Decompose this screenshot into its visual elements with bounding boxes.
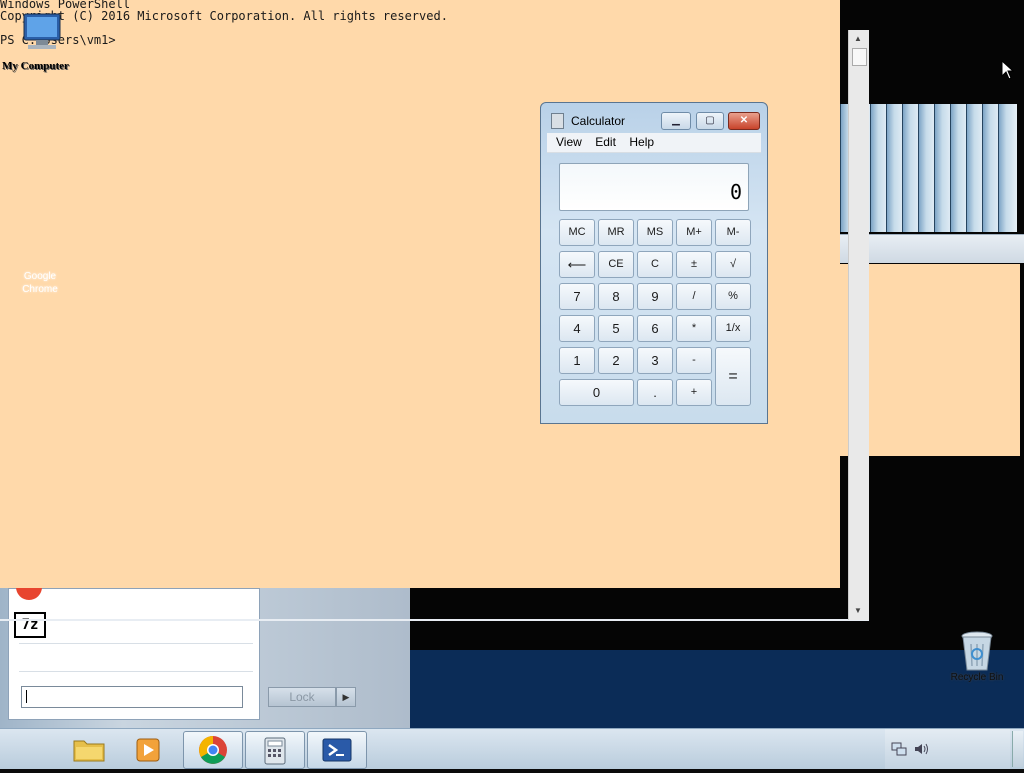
- powershell-icon: [322, 738, 352, 762]
- taskbar-powershell[interactable]: [307, 731, 367, 769]
- taskbar-chrome[interactable]: [183, 731, 243, 769]
- system-tray: [885, 729, 1010, 769]
- m-minus-button[interactable]: M-: [715, 219, 751, 246]
- console-scrollbar[interactable]: ▲ ▼: [848, 30, 869, 620]
- menu-edit[interactable]: Edit: [595, 133, 616, 152]
- close-button[interactable]: ✕: [728, 112, 760, 130]
- menu-view[interactable]: View: [556, 133, 582, 152]
- network-icon[interactable]: [891, 741, 907, 757]
- subtract-button[interactable]: -: [676, 347, 712, 374]
- ms-button[interactable]: MS: [637, 219, 673, 246]
- clear-button[interactable]: C: [637, 251, 673, 278]
- start-search-input[interactable]: [21, 686, 243, 708]
- shutdown-options-arrow-icon[interactable]: ▶: [336, 687, 356, 707]
- digit-9-button[interactable]: 9: [637, 283, 673, 310]
- media-player-icon: [136, 738, 160, 762]
- add-button[interactable]: +: [676, 379, 712, 406]
- digit-6-button[interactable]: 6: [637, 315, 673, 342]
- divider: [19, 671, 253, 672]
- calculator-icon: [264, 737, 286, 765]
- taskbar: [0, 728, 1024, 769]
- window-edge[interactable]: [998, 104, 1017, 232]
- console-line: Copyright (C) 2016 Microsoft Corporation…: [0, 9, 448, 23]
- display-value: 0: [729, 180, 742, 204]
- digit-8-button[interactable]: 8: [598, 283, 634, 310]
- mr-button[interactable]: MR: [598, 219, 634, 246]
- desktop-wallpaper: [410, 650, 1024, 728]
- window-edge: [0, 619, 869, 621]
- calculator-window[interactable]: Calculator ▁ ▢ ✕ View Edit Help 0 MC MR …: [540, 102, 768, 424]
- digit-5-button[interactable]: 5: [598, 315, 634, 342]
- scroll-down-icon[interactable]: ▼: [854, 606, 862, 615]
- digit-3-button[interactable]: 3: [637, 347, 673, 374]
- digit-0-button[interactable]: 0: [559, 379, 634, 406]
- multiply-button[interactable]: *: [676, 315, 712, 342]
- decimal-button[interactable]: .: [637, 379, 673, 406]
- mouse-cursor-icon: [1001, 60, 1015, 80]
- window-title: Calculator: [571, 114, 626, 128]
- percent-button[interactable]: %: [715, 283, 751, 310]
- m-plus-button[interactable]: M+: [676, 219, 712, 246]
- folder-icon: [73, 740, 105, 762]
- digit-4-button[interactable]: 4: [559, 315, 595, 342]
- reciprocal-button[interactable]: 1/x: [715, 315, 751, 342]
- digit-2-button[interactable]: 2: [598, 347, 634, 374]
- sqrt-button[interactable]: √: [715, 251, 751, 278]
- text-caret: [26, 690, 27, 703]
- volume-icon[interactable]: [913, 741, 929, 757]
- menu-help[interactable]: Help: [629, 133, 654, 152]
- console-output: Windows PowerShell Copyright (C) 2016 Mi…: [0, 0, 448, 46]
- divide-button[interactable]: /: [676, 283, 712, 310]
- powershell-console-area: [768, 264, 1020, 456]
- recycle-bin-icon: [960, 630, 994, 672]
- minimize-button[interactable]: ▁: [661, 112, 691, 130]
- chrome-icon: [199, 736, 227, 764]
- my-computer-label: My Computer: [2, 60, 69, 72]
- taskbar-calculator[interactable]: [245, 731, 305, 769]
- backspace-button[interactable]: ⟵: [559, 251, 595, 278]
- negate-button[interactable]: ±: [676, 251, 712, 278]
- 7zip-icon[interactable]: 7z: [14, 612, 46, 638]
- google-chrome-label: Google Chrome: [22, 271, 58, 295]
- recycle-bin-label: Recycle Bin: [950, 672, 1004, 683]
- digit-1-button[interactable]: 1: [559, 347, 595, 374]
- calculator-app-icon: [551, 113, 564, 129]
- taskbar-media-player[interactable]: [120, 731, 178, 767]
- show-desktop-button[interactable]: [1012, 731, 1023, 767]
- scroll-thumb[interactable]: [852, 48, 867, 66]
- recycle-bin-shortcut[interactable]: Recycle Bin: [945, 630, 1009, 683]
- mc-button[interactable]: MC: [559, 219, 595, 246]
- menu-bar: View Edit Help: [547, 133, 761, 153]
- maximize-button[interactable]: ▢: [696, 112, 724, 130]
- equals-button[interactable]: =: [715, 347, 751, 406]
- divider: [19, 643, 253, 644]
- lock-button[interactable]: Lock: [268, 687, 336, 707]
- taskbar-file-explorer[interactable]: [60, 731, 118, 767]
- my-computer-icon[interactable]: [14, 10, 66, 54]
- calculator-display: 0: [559, 163, 749, 211]
- digit-7-button[interactable]: 7: [559, 283, 595, 310]
- scroll-up-icon[interactable]: ▲: [854, 34, 862, 43]
- ce-button[interactable]: CE: [598, 251, 634, 278]
